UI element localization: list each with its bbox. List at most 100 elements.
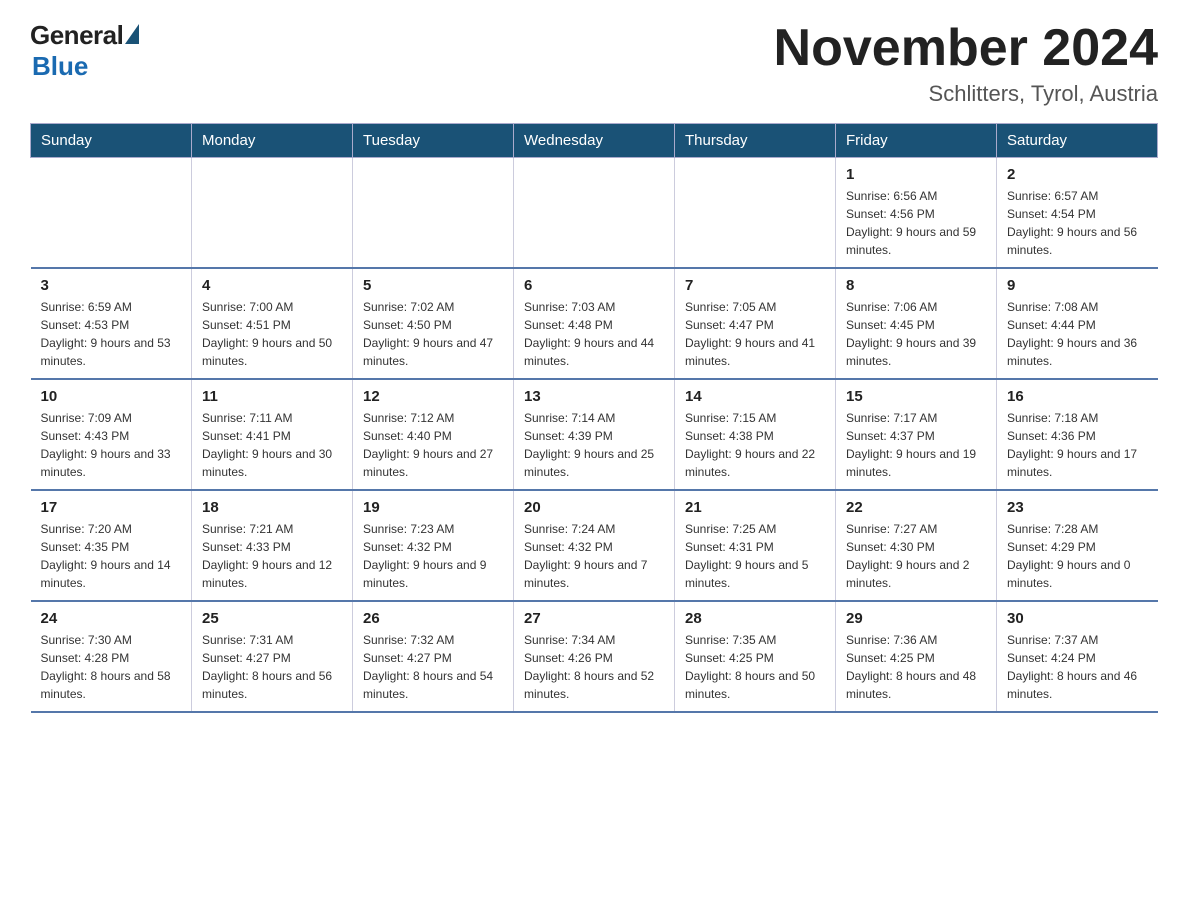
day-info: Sunrise: 7:08 AMSunset: 4:44 PMDaylight:…	[1007, 298, 1148, 370]
day-info: Sunrise: 7:09 AMSunset: 4:43 PMDaylight:…	[41, 409, 182, 481]
day-info: Sunrise: 7:00 AMSunset: 4:51 PMDaylight:…	[202, 298, 342, 370]
day-info: Sunrise: 6:56 AMSunset: 4:56 PMDaylight:…	[846, 187, 986, 259]
calendar-header: SundayMondayTuesdayWednesdayThursdayFrid…	[31, 124, 1158, 158]
calendar-week-row: 17 Sunrise: 7:20 AMSunset: 4:35 PMDayligh…	[31, 490, 1158, 601]
calendar-day-cell: 28 Sunrise: 7:35 AMSunset: 4:25 PMDayligh…	[675, 601, 836, 712]
day-info: Sunrise: 7:02 AMSunset: 4:50 PMDaylight:…	[363, 298, 503, 370]
day-info: Sunrise: 7:14 AMSunset: 4:39 PMDaylight:…	[524, 409, 664, 481]
calendar-day-cell: 2 Sunrise: 6:57 AMSunset: 4:54 PMDaylight…	[997, 158, 1158, 269]
calendar-day-cell: 16 Sunrise: 7:18 AMSunset: 4:36 PMDayligh…	[997, 379, 1158, 490]
month-title: November 2024	[774, 20, 1158, 77]
day-number: 23	[1007, 499, 1148, 516]
day-info: Sunrise: 7:37 AMSunset: 4:24 PMDaylight:…	[1007, 631, 1148, 703]
day-of-week-header: Friday	[836, 124, 997, 158]
day-info: Sunrise: 7:24 AMSunset: 4:32 PMDaylight:…	[524, 520, 664, 592]
day-number: 17	[41, 499, 182, 516]
day-number: 21	[685, 499, 825, 516]
calendar-day-cell	[31, 158, 192, 269]
day-number: 2	[1007, 166, 1148, 183]
calendar-day-cell: 30 Sunrise: 7:37 AMSunset: 4:24 PMDayligh…	[997, 601, 1158, 712]
calendar-day-cell: 26 Sunrise: 7:32 AMSunset: 4:27 PMDayligh…	[353, 601, 514, 712]
day-number: 19	[363, 499, 503, 516]
day-number: 12	[363, 388, 503, 405]
calendar-day-cell: 4 Sunrise: 7:00 AMSunset: 4:51 PMDaylight…	[192, 268, 353, 379]
day-info: Sunrise: 7:03 AMSunset: 4:48 PMDaylight:…	[524, 298, 664, 370]
calendar-day-cell: 19 Sunrise: 7:23 AMSunset: 4:32 PMDayligh…	[353, 490, 514, 601]
calendar-day-cell: 5 Sunrise: 7:02 AMSunset: 4:50 PMDaylight…	[353, 268, 514, 379]
calendar-week-row: 10 Sunrise: 7:09 AMSunset: 4:43 PMDayligh…	[31, 379, 1158, 490]
calendar-day-cell: 11Sunrise: 7:11 AMSunset: 4:41 PMDayligh…	[192, 379, 353, 490]
location-title: Schlitters, Tyrol, Austria	[774, 81, 1158, 107]
day-of-week-header: Sunday	[31, 124, 192, 158]
day-number: 5	[363, 277, 503, 294]
calendar-week-row: 1 Sunrise: 6:56 AMSunset: 4:56 PMDaylight…	[31, 158, 1158, 269]
day-of-week-header: Thursday	[675, 124, 836, 158]
day-info: Sunrise: 7:12 AMSunset: 4:40 PMDaylight:…	[363, 409, 503, 481]
calendar-day-cell: 29 Sunrise: 7:36 AMSunset: 4:25 PMDayligh…	[836, 601, 997, 712]
logo-blue-text: Blue	[32, 51, 88, 82]
calendar-day-cell: 3 Sunrise: 6:59 AMSunset: 4:53 PMDaylight…	[31, 268, 192, 379]
day-info: Sunrise: 7:28 AMSunset: 4:29 PMDaylight:…	[1007, 520, 1148, 592]
day-info: Sunrise: 7:36 AMSunset: 4:25 PMDaylight:…	[846, 631, 986, 703]
calendar-day-cell: 18 Sunrise: 7:21 AMSunset: 4:33 PMDayligh…	[192, 490, 353, 601]
day-number: 22	[846, 499, 986, 516]
day-number: 10	[41, 388, 182, 405]
day-number: 7	[685, 277, 825, 294]
day-info: Sunrise: 6:57 AMSunset: 4:54 PMDaylight:…	[1007, 187, 1148, 259]
calendar-day-cell: 22 Sunrise: 7:27 AMSunset: 4:30 PMDayligh…	[836, 490, 997, 601]
day-number: 11	[202, 388, 342, 405]
calendar-day-cell: 8 Sunrise: 7:06 AMSunset: 4:45 PMDaylight…	[836, 268, 997, 379]
calendar-day-cell	[675, 158, 836, 269]
day-number: 26	[363, 610, 503, 627]
day-info: Sunrise: 7:34 AMSunset: 4:26 PMDaylight:…	[524, 631, 664, 703]
day-number: 27	[524, 610, 664, 627]
day-info: Sunrise: 6:59 AMSunset: 4:53 PMDaylight:…	[41, 298, 182, 370]
day-number: 25	[202, 610, 342, 627]
calendar-day-cell: 10 Sunrise: 7:09 AMSunset: 4:43 PMDayligh…	[31, 379, 192, 490]
calendar-day-cell	[192, 158, 353, 269]
day-info: Sunrise: 7:18 AMSunset: 4:36 PMDaylight:…	[1007, 409, 1148, 481]
day-info: Sunrise: 7:20 AMSunset: 4:35 PMDaylight:…	[41, 520, 182, 592]
day-info: Sunrise: 7:06 AMSunset: 4:45 PMDaylight:…	[846, 298, 986, 370]
day-number: 18	[202, 499, 342, 516]
calendar-day-cell: 9 Sunrise: 7:08 AMSunset: 4:44 PMDaylight…	[997, 268, 1158, 379]
calendar-day-cell: 14Sunrise: 7:15 AMSunset: 4:38 PMDayligh…	[675, 379, 836, 490]
day-number: 29	[846, 610, 986, 627]
calendar-body: 1 Sunrise: 6:56 AMSunset: 4:56 PMDaylight…	[31, 158, 1158, 713]
days-of-week-row: SundayMondayTuesdayWednesdayThursdayFrid…	[31, 124, 1158, 158]
day-number: 9	[1007, 277, 1148, 294]
day-number: 3	[41, 277, 182, 294]
day-info: Sunrise: 7:25 AMSunset: 4:31 PMDaylight:…	[685, 520, 825, 592]
logo-triangle-icon	[125, 24, 139, 44]
day-info: Sunrise: 7:31 AMSunset: 4:27 PMDaylight:…	[202, 631, 342, 703]
day-number: 6	[524, 277, 664, 294]
day-info: Sunrise: 7:21 AMSunset: 4:33 PMDaylight:…	[202, 520, 342, 592]
calendar-day-cell: 27 Sunrise: 7:34 AMSunset: 4:26 PMDayligh…	[514, 601, 675, 712]
calendar-day-cell: 21 Sunrise: 7:25 AMSunset: 4:31 PMDayligh…	[675, 490, 836, 601]
day-number: 15	[846, 388, 986, 405]
day-number: 13	[524, 388, 664, 405]
day-info: Sunrise: 7:05 AMSunset: 4:47 PMDaylight:…	[685, 298, 825, 370]
day-number: 8	[846, 277, 986, 294]
day-info: Sunrise: 7:35 AMSunset: 4:25 PMDaylight:…	[685, 631, 825, 703]
day-info: Sunrise: 7:23 AMSunset: 4:32 PMDaylight:…	[363, 520, 503, 592]
calendar-day-cell: 17 Sunrise: 7:20 AMSunset: 4:35 PMDayligh…	[31, 490, 192, 601]
calendar-day-cell	[514, 158, 675, 269]
page-header: General Blue November 2024 Schlitters, T…	[30, 20, 1158, 107]
calendar-table: SundayMondayTuesdayWednesdayThursdayFrid…	[30, 123, 1158, 713]
day-info: Sunrise: 7:27 AMSunset: 4:30 PMDaylight:…	[846, 520, 986, 592]
calendar-week-row: 24Sunrise: 7:30 AMSunset: 4:28 PMDayligh…	[31, 601, 1158, 712]
day-info: Sunrise: 7:32 AMSunset: 4:27 PMDaylight:…	[363, 631, 503, 703]
day-number: 1	[846, 166, 986, 183]
logo-general-text: General	[30, 20, 123, 51]
day-number: 28	[685, 610, 825, 627]
calendar-day-cell: 6 Sunrise: 7:03 AMSunset: 4:48 PMDaylight…	[514, 268, 675, 379]
day-number: 4	[202, 277, 342, 294]
day-number: 16	[1007, 388, 1148, 405]
calendar-day-cell: 25 Sunrise: 7:31 AMSunset: 4:27 PMDayligh…	[192, 601, 353, 712]
calendar-day-cell: 13 Sunrise: 7:14 AMSunset: 4:39 PMDayligh…	[514, 379, 675, 490]
day-of-week-header: Wednesday	[514, 124, 675, 158]
calendar-day-cell: 24Sunrise: 7:30 AMSunset: 4:28 PMDayligh…	[31, 601, 192, 712]
day-number: 30	[1007, 610, 1148, 627]
day-number: 20	[524, 499, 664, 516]
